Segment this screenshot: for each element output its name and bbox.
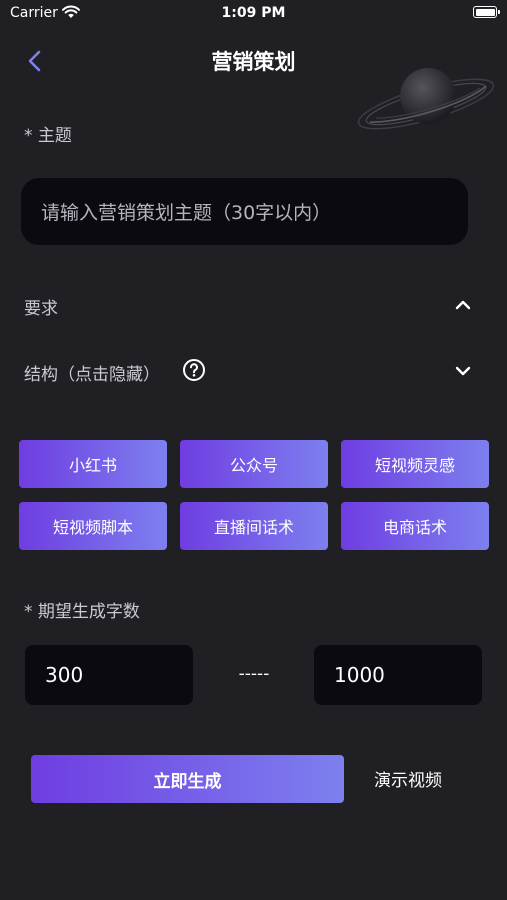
demo-video-link[interactable]: 演示视频 (374, 766, 442, 791)
chip-xiaohongshu[interactable]: 小红书 (19, 440, 167, 488)
chip-short-video-ideas[interactable]: 短视频灵感 (341, 440, 489, 488)
structure-toggle[interactable]: 结构（点击隐藏） (24, 356, 484, 388)
generate-button[interactable]: 立即生成 (31, 755, 344, 803)
planet-ring-icon (346, 60, 496, 144)
question-circle-icon[interactable] (182, 358, 206, 382)
chevron-up-icon (455, 300, 471, 310)
chevron-down-icon (455, 366, 471, 376)
requirement-toggle[interactable]: 要求 (24, 290, 484, 322)
topic-input[interactable]: 请输入营销策划主题（30字以内） (21, 178, 468, 245)
max-words-input[interactable]: 1000 (314, 645, 482, 705)
chip-short-video-script[interactable]: 短视频脚本 (19, 502, 167, 550)
chevron-left-icon (28, 50, 41, 72)
structure-label: 结构（点击隐藏） (24, 365, 160, 385)
chip-livestream-script[interactable]: 直播间话术 (180, 502, 328, 550)
min-words-input[interactable]: 300 (25, 645, 193, 705)
chip-official-account[interactable]: 公众号 (180, 440, 328, 488)
word-count-label: * 期望生成字数 (24, 602, 140, 622)
requirement-label: 要求 (24, 299, 58, 319)
back-button[interactable] (20, 46, 50, 76)
battery-icon (473, 6, 500, 18)
status-bar: Carrier 1:09 PM (0, 0, 507, 28)
topic-label: * 主题 (24, 126, 72, 146)
chip-ecommerce-script[interactable]: 电商话术 (341, 502, 489, 550)
status-time: 1:09 PM (221, 5, 286, 21)
range-separator: ----- (238, 664, 270, 684)
